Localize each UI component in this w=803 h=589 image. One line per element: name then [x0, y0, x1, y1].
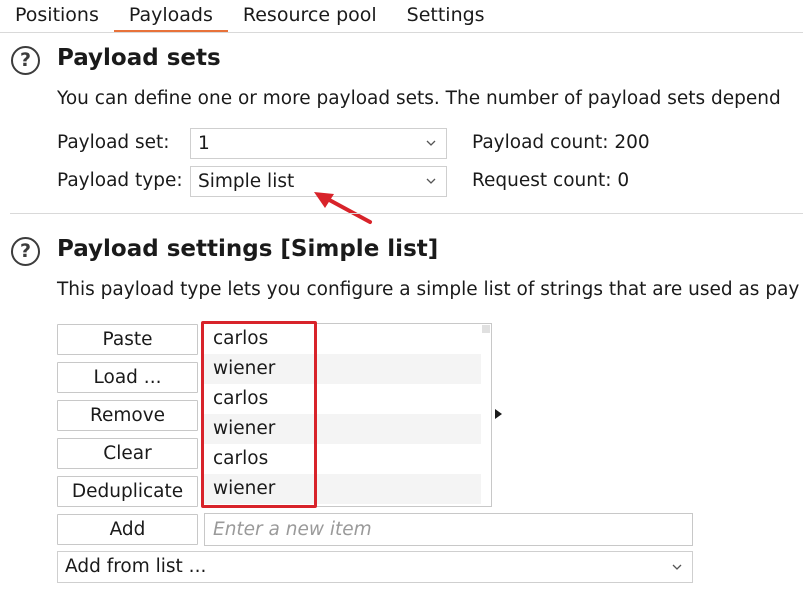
payload-list[interactable]: carlos wiener carlos wiener carlos wiene… — [203, 323, 492, 507]
section-divider — [10, 213, 803, 214]
chevron-down-icon — [426, 140, 436, 146]
list-item[interactable]: wiener — [204, 474, 482, 504]
tab-resource-pool[interactable]: Resource pool — [228, 0, 392, 30]
deduplicate-button[interactable]: Deduplicate — [57, 476, 198, 507]
load-button[interactable]: Load ... — [57, 362, 198, 393]
tab-positions[interactable]: Positions — [0, 0, 114, 30]
chevron-down-icon — [672, 564, 682, 570]
payload-sets-description: You can define one or more payload sets.… — [57, 88, 781, 109]
tab-payloads[interactable]: Payloads — [113, 0, 228, 32]
clear-button[interactable]: Clear — [57, 438, 198, 469]
payload-settings-description: This payload type lets you configure a s… — [57, 279, 800, 300]
caret-right-icon[interactable] — [495, 409, 502, 419]
payload-set-select[interactable]: 1 — [190, 128, 447, 159]
payload-type-value: Simple list — [198, 171, 295, 192]
list-item[interactable]: carlos — [204, 384, 482, 414]
remove-button[interactable]: Remove — [57, 400, 198, 431]
chevron-down-icon — [426, 178, 436, 184]
add-from-list-select[interactable]: Add from list ... — [57, 551, 693, 583]
scroll-thumb[interactable] — [482, 325, 490, 333]
payload-count: Payload count: 200 — [472, 132, 650, 153]
request-count: Request count: 0 — [472, 170, 630, 191]
payload-set-label: Payload set: — [57, 132, 170, 153]
list-scrollbar[interactable] — [481, 324, 491, 506]
add-button[interactable]: Add — [57, 514, 198, 545]
annotation-arrow — [314, 192, 372, 224]
question-circle-icon[interactable]: ? — [11, 46, 40, 75]
question-circle-icon[interactable]: ? — [11, 237, 40, 266]
payload-sets-title: Payload sets — [57, 45, 221, 71]
add-from-list-value: Add from list ... — [65, 556, 207, 577]
new-item-input[interactable] — [204, 513, 693, 546]
paste-button[interactable]: Paste — [57, 324, 198, 355]
tab-bar: Positions Payloads Resource pool Setting… — [0, 0, 803, 33]
list-item[interactable]: carlos — [204, 324, 482, 354]
list-item[interactable]: wiener — [204, 414, 482, 444]
payload-settings-title: Payload settings [Simple list] — [57, 236, 439, 262]
list-item[interactable]: wiener — [204, 354, 482, 384]
payload-set-value: 1 — [198, 133, 210, 154]
payload-type-label: Payload type: — [57, 170, 183, 191]
list-item[interactable]: carlos — [204, 444, 482, 474]
tab-settings[interactable]: Settings — [392, 0, 500, 30]
